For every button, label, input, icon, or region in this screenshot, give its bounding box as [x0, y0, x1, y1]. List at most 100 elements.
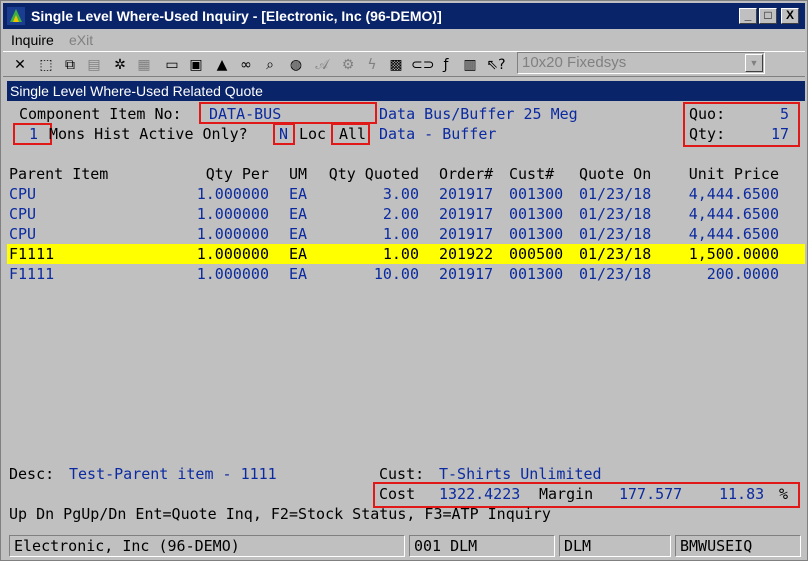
help-line: Up Dn PgUp/Dn Ent=Quote Inq, F2=Stock St… [9, 505, 551, 523]
status-user: 001 DLM [409, 535, 555, 557]
script-icon[interactable]: 𝒜 [311, 54, 333, 76]
close-button[interactable]: X [781, 8, 799, 24]
print-icon[interactable]: ▣ [185, 54, 207, 76]
cell-qty-per: 1.000000 [196, 245, 269, 263]
document-icon[interactable]: ▦ [133, 54, 155, 76]
cell-order: 201917 [439, 205, 494, 223]
component-description: Data Bus/Buffer 25 Meg [379, 105, 578, 123]
title-bar[interactable]: Single Level Where-Used Inquiry - [Elect… [3, 3, 805, 29]
table-header: Parent Item Qty Per UM Qty Quoted Order#… [7, 164, 805, 184]
cell-cust: 001300 [509, 205, 564, 223]
table-row[interactable]: CPU 1.000000 EA 1.00 201917 001300 01/23… [7, 224, 805, 244]
cell-qty-per: 1.000000 [196, 265, 269, 283]
font-selector-value: 10x20 Fixedsys [522, 54, 627, 71]
minimize-button[interactable]: _ [739, 8, 757, 24]
cell-parent: CPU [9, 185, 37, 203]
table-row[interactable]: CPU 1.000000 EA 2.00 201917 001300 01/23… [7, 204, 805, 224]
cell-order: 201917 [439, 265, 494, 283]
cust-value: T-Shirts Unlimited [439, 465, 602, 483]
component-label: Component Item No: [19, 105, 182, 123]
cell-quote-on: 01/23/18 [579, 245, 652, 263]
loc-label: Loc [299, 125, 327, 143]
globe-icon[interactable]: ◍ [285, 54, 307, 76]
mons-label: Mons Hist Active Only? [49, 125, 248, 143]
desc-label: Desc: [9, 465, 55, 483]
cell-um: EA [289, 185, 308, 203]
select-icon[interactable]: ⬚ [35, 54, 57, 76]
highlight-box [683, 102, 800, 147]
cell-unit-price: 4,444.6500 [688, 205, 779, 223]
window-title: Single Level Where-Used Inquiry - [Elect… [31, 8, 442, 24]
copy-icon[interactable]: ⧉ [59, 54, 81, 76]
highlight-box [13, 123, 52, 145]
notes-icon[interactable]: ▭ [161, 54, 183, 76]
ledger-icon[interactable]: ▥ [459, 54, 481, 76]
menu-inquire[interactable]: Inquire [11, 32, 54, 48]
cell-quote-on: 01/23/18 [579, 225, 652, 243]
maximize-button[interactable]: □ [759, 8, 777, 24]
col-cust: Cust# [509, 165, 555, 183]
function-icon[interactable]: ƒ [435, 54, 457, 76]
cell-um: EA [289, 245, 308, 263]
paste-icon[interactable]: ▤ [83, 54, 105, 76]
lightning-icon[interactable]: ϟ [361, 54, 383, 76]
cell-qty-quoted: 3.00 [382, 185, 419, 203]
cell-qty-quoted: 1.00 [382, 225, 419, 243]
cell-qty-quoted: 2.00 [382, 205, 419, 223]
highlight-box [273, 123, 295, 145]
magnify-icon[interactable]: ⌕ [259, 54, 281, 76]
alert-icon[interactable]: ▲ [211, 54, 233, 76]
cell-order: 201917 [439, 225, 494, 243]
link-icon[interactable]: ⊂⊃ [411, 54, 434, 76]
col-quote-on: Quote On [579, 165, 652, 183]
col-order: Order# [439, 165, 494, 183]
settings-icon[interactable]: ✲ [109, 54, 131, 76]
cell-um: EA [289, 225, 308, 243]
cell-order: 201917 [439, 185, 494, 203]
app-window: Single Level Where-Used Inquiry - [Elect… [0, 0, 808, 561]
cell-order: 201922 [439, 245, 494, 263]
cell-parent: F1111 [9, 265, 55, 283]
status-bar: Electronic, Inc (96-DEMO) 001 DLM DLM BM… [3, 533, 805, 559]
cell-unit-price: 1,500.0000 [688, 245, 779, 263]
toolbar: ✕ ⬚ ⧉ ▤ ✲ ▦ ▭ ▣ ▲ ∞ ⌕ ◍ 𝒜 ⚙ ϟ ▩ ⊂⊃ ƒ ▥ ⇖… [3, 51, 805, 77]
cell-cust: 001300 [509, 225, 564, 243]
table-row[interactable]: CPU 1.000000 EA 3.00 201917 001300 01/23… [7, 184, 805, 204]
highlight-box [331, 123, 370, 145]
app-logo-icon [7, 7, 25, 25]
menu-exit[interactable]: eXit [69, 32, 93, 48]
screen-title: Single Level Where-Used Related Quote [7, 81, 805, 101]
cell-unit-price: 4,444.6500 [688, 185, 779, 203]
table-row[interactable]: F1111 1.000000 EA 10.00 201917 001300 01… [7, 264, 805, 284]
cell-cust: 001300 [509, 265, 564, 283]
cell-parent: CPU [9, 225, 37, 243]
calc-icon[interactable]: ▩ [385, 54, 407, 76]
cell-qty-per: 1.000000 [196, 225, 269, 243]
binoculars-icon[interactable]: ∞ [235, 54, 257, 76]
cell-qty-quoted: 10.00 [373, 265, 419, 283]
cell-quote-on: 01/23/18 [579, 265, 652, 283]
col-unit-price: Unit Price [688, 165, 779, 183]
cell-unit-price: 4,444.6500 [688, 225, 779, 243]
cell-qty-per: 1.000000 [196, 205, 269, 223]
chevron-down-icon[interactable]: ▼ [745, 54, 763, 72]
cell-parent: CPU [9, 205, 37, 223]
table-row-selected[interactable]: F1111 1.000000 EA 1.00 201922 000500 01/… [7, 244, 805, 264]
cell-qty-per: 1.000000 [196, 185, 269, 203]
font-selector[interactable]: 10x20 Fixedsys ▼ [517, 52, 765, 74]
cell-um: EA [289, 265, 308, 283]
cell-parent: F1111 [9, 245, 55, 263]
gear-icon[interactable]: ⚙ [337, 54, 359, 76]
status-program: BMWUSEIQ [675, 535, 801, 557]
cell-qty-quoted: 1.00 [382, 245, 419, 263]
highlight-box [199, 102, 377, 124]
cell-unit-price: 200.0000 [706, 265, 779, 283]
cust-label: Cust: [379, 465, 425, 483]
help-pointer-icon[interactable]: ⇖? [485, 54, 507, 76]
col-qty-per: Qty Per [205, 165, 269, 183]
cell-quote-on: 01/23/18 [579, 205, 652, 223]
col-parent-item: Parent Item [9, 165, 109, 183]
col-qty-quoted: Qty Quoted [328, 165, 419, 183]
close-icon[interactable]: ✕ [9, 54, 31, 76]
loc-description: Data - Buffer [379, 125, 497, 143]
